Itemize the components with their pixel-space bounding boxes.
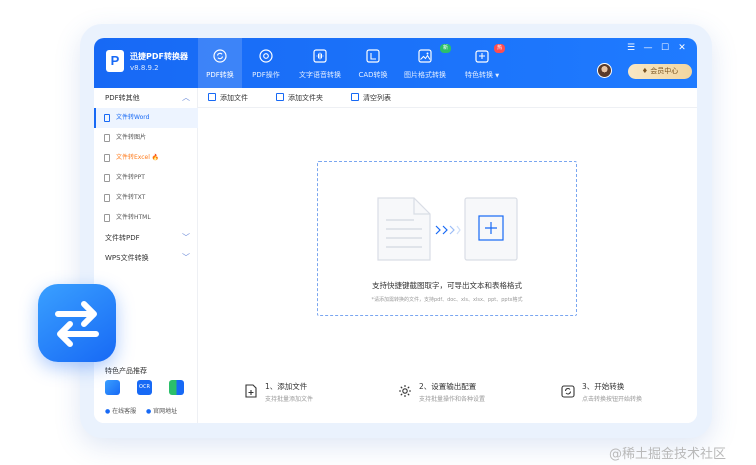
add-file-button[interactable]: 添加文件 bbox=[208, 93, 248, 103]
product-pdf-editor-icon[interactable] bbox=[105, 380, 120, 395]
app-version: v8.8.9.2 bbox=[130, 64, 159, 72]
main-panel: 添加文件 添加文件夹 清空列表 支持快捷键截图取字，可导出文本和表格格式 *请添… bbox=[198, 88, 697, 423]
chevron-down-icon: ﹀ bbox=[182, 253, 190, 262]
top-bar: P 迅捷PDF转换器 v8.8.9.2 PDF转换 PDF操作 文字语音转换 C… bbox=[94, 38, 697, 88]
step-desc: 支持批量添加文件 bbox=[265, 396, 314, 403]
tab-label: 特色转换 ▼ bbox=[464, 71, 500, 79]
sidebar-group-pdf-to-other[interactable]: PDF转其他 ︿ bbox=[94, 88, 198, 108]
refresh-circle-icon bbox=[213, 49, 227, 63]
minimize-icon[interactable]: — bbox=[642, 43, 654, 53]
arrow-right-icon bbox=[435, 225, 461, 235]
screenshot-stage: P 迅捷PDF转换器 v8.8.9.2 PDF转换 PDF操作 文字语音转换 C… bbox=[0, 0, 756, 465]
fire-icon: 🔥 bbox=[151, 154, 160, 161]
drop-zone-hint: *请添加需转换的文件，支持pdf、doc、xls、xlsx、ppt、pptx格式 bbox=[371, 297, 523, 303]
member-center-button[interactable]: ♦ 会员中心 bbox=[628, 64, 692, 79]
tab-text-voice[interactable]: 文字语音转换 bbox=[292, 38, 348, 88]
chevron-up-icon: ︿ bbox=[182, 93, 190, 102]
maximize-icon[interactable]: ☐ bbox=[659, 43, 671, 53]
start-convert-icon bbox=[561, 385, 575, 398]
document-icon bbox=[104, 174, 110, 182]
product-compress-icon[interactable] bbox=[169, 380, 184, 395]
globe-icon: ● bbox=[146, 408, 152, 415]
voice-wave-icon bbox=[313, 49, 327, 63]
tab-label: 文字语音转换 bbox=[299, 71, 341, 79]
document-illustration-icon bbox=[377, 197, 431, 261]
settings-gear-icon bbox=[399, 385, 411, 397]
product-ocr-icon[interactable]: OCR bbox=[137, 380, 152, 395]
document-icon bbox=[104, 214, 110, 222]
hot-badge: 热 bbox=[494, 44, 506, 53]
step-title: 1、添加文件 bbox=[265, 382, 308, 391]
folder-icon bbox=[276, 93, 284, 101]
add-file-icon bbox=[208, 93, 216, 101]
floating-app-icon bbox=[38, 284, 116, 362]
close-icon[interactable]: ✕ bbox=[676, 43, 688, 53]
step-desc: 点击转换按钮开始转换 bbox=[582, 396, 643, 403]
document-icon bbox=[104, 154, 110, 162]
sidebar-item-file-to-ppt[interactable]: 文件转PPT bbox=[94, 168, 198, 188]
clear-list-button[interactable]: 清空列表 bbox=[351, 93, 391, 103]
user-avatar[interactable] bbox=[597, 63, 612, 78]
image-icon bbox=[418, 49, 432, 63]
file-drop-zone[interactable]: 支持快捷键截图取字，可导出文本和表格格式 *请添加需转换的文件，支持pdf、do… bbox=[317, 161, 577, 316]
cad-icon bbox=[366, 49, 380, 63]
step-title: 2、设置输出配置 bbox=[419, 382, 477, 391]
sidebar-item-file-to-excel[interactable]: 文件转Excel 🔥 bbox=[94, 148, 198, 168]
drop-zone-title: 支持快捷键截图取字，可导出文本和表格格式 bbox=[372, 281, 522, 290]
sidebar: PDF转其他 ︿ 文件转Word 文件转图片 文件转Excel 🔥 文件转PPT… bbox=[94, 88, 198, 423]
feature-icon bbox=[475, 50, 489, 63]
sidebar-group-wps-convert[interactable]: WPS文件转换 ﹀ bbox=[94, 248, 198, 268]
app-logo-icon: P bbox=[106, 50, 124, 72]
sidebar-item-file-to-word[interactable]: 文件转Word bbox=[94, 108, 198, 128]
tab-cad-convert[interactable]: CAD转换 bbox=[352, 38, 394, 88]
chevron-down-icon: ▼ bbox=[495, 73, 500, 79]
sidebar-item-file-to-image[interactable]: 文件转图片 bbox=[94, 128, 198, 148]
sidebar-item-file-to-txt[interactable]: 文件转TXT bbox=[94, 188, 198, 208]
app-window: P 迅捷PDF转换器 v8.8.9.2 PDF转换 PDF操作 文字语音转换 C… bbox=[94, 38, 697, 423]
document-icon bbox=[104, 194, 110, 202]
trash-icon bbox=[351, 93, 359, 101]
toolbar: 添加文件 添加文件夹 清空列表 bbox=[198, 88, 697, 108]
new-badge: 新 bbox=[440, 44, 452, 53]
online-service-link[interactable]: ● 在线客服 bbox=[105, 406, 136, 415]
website-link[interactable]: ● 官网地址 bbox=[146, 406, 177, 415]
chevron-down-icon: ﹀ bbox=[182, 233, 190, 242]
document-icon bbox=[104, 134, 110, 142]
add-file-icon bbox=[245, 384, 257, 398]
menu-icon[interactable]: ☰ bbox=[625, 43, 637, 53]
step-desc: 支持批量操作和各种设置 bbox=[419, 396, 486, 403]
pdf-tools-icon bbox=[259, 49, 273, 63]
watermark-text: @稀土掘金技术社区 bbox=[609, 447, 727, 462]
tab-label: CAD转换 bbox=[358, 71, 388, 79]
add-folder-button[interactable]: 添加文件夹 bbox=[276, 93, 323, 103]
headset-icon: ● bbox=[105, 408, 111, 415]
document-icon bbox=[104, 114, 110, 122]
app-name: 迅捷PDF转换器 bbox=[130, 52, 188, 61]
tab-label: PDF操作 bbox=[252, 71, 280, 79]
tab-pdf-operate[interactable]: PDF操作 bbox=[244, 38, 288, 88]
swap-arrows-icon bbox=[55, 301, 99, 347]
sidebar-group-file-to-pdf[interactable]: 文件转PDF ﹀ bbox=[94, 228, 198, 248]
step-title: 3、开始转换 bbox=[582, 382, 625, 391]
crown-icon: ♦ bbox=[641, 67, 649, 75]
tab-label: 图片格式转换 bbox=[404, 71, 446, 79]
tab-pdf-convert[interactable]: PDF转换 bbox=[198, 38, 242, 88]
recommend-label: 特色产品推荐 bbox=[105, 367, 147, 375]
tab-label: PDF转换 bbox=[206, 71, 234, 79]
sidebar-item-file-to-html[interactable]: 文件转HTML bbox=[94, 208, 198, 228]
add-document-icon[interactable] bbox=[463, 196, 519, 262]
